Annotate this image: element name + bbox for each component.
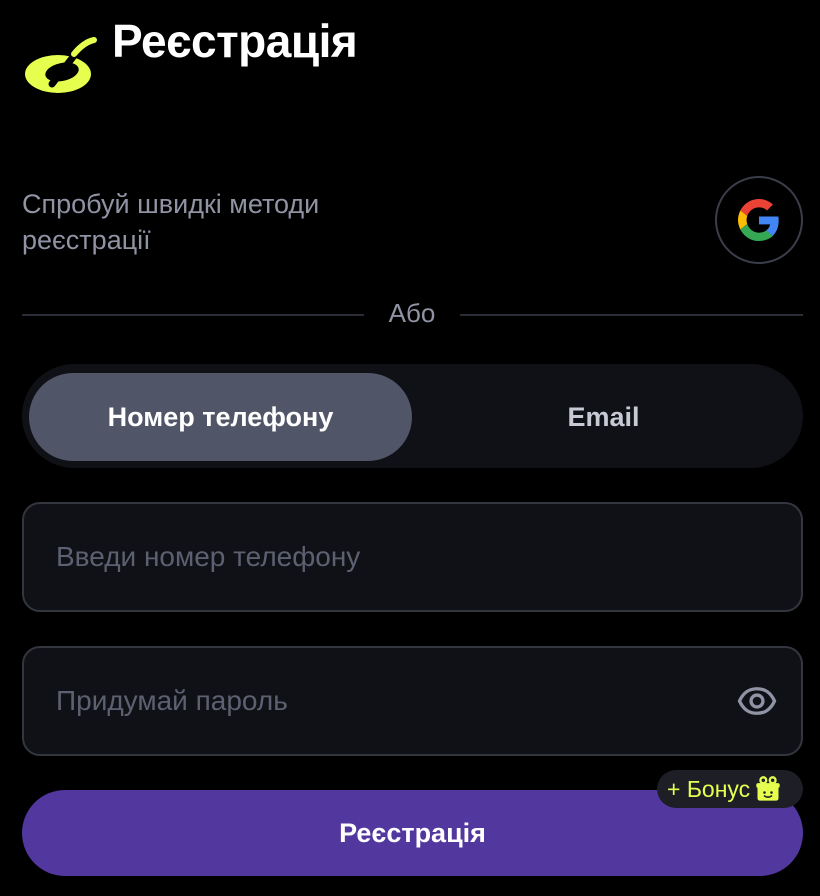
registration-page: Реєстрація Спробуй швидкі методи реєстра… — [0, 0, 820, 896]
gift-icon — [754, 775, 782, 803]
show-password-button[interactable] — [735, 679, 779, 723]
phone-field-container — [22, 502, 803, 612]
tab-phone-number[interactable]: Номер телефону — [29, 373, 412, 461]
header — [22, 30, 100, 102]
password-input[interactable] — [24, 648, 801, 754]
google-icon — [738, 199, 779, 241]
bonus-badge: + Бонус — [657, 770, 803, 808]
quick-methods-text: Спробуй швидкі методи реєстрації — [22, 189, 320, 255]
brand-logo-icon — [25, 37, 97, 93]
divider-line-left — [22, 314, 364, 316]
page-title: Реєстрація — [112, 15, 358, 67]
divider-line-right — [460, 314, 803, 316]
eye-icon — [737, 687, 777, 715]
signup-method-tabs: Номер телефону Email — [22, 364, 803, 468]
password-field-container — [22, 646, 803, 756]
divider-label: Або — [388, 298, 436, 328]
google-signup-button[interactable] — [715, 176, 803, 264]
tab-email[interactable]: Email — [412, 373, 795, 461]
phone-input[interactable] — [24, 504, 801, 610]
bonus-label: + Бонус — [667, 775, 751, 802]
